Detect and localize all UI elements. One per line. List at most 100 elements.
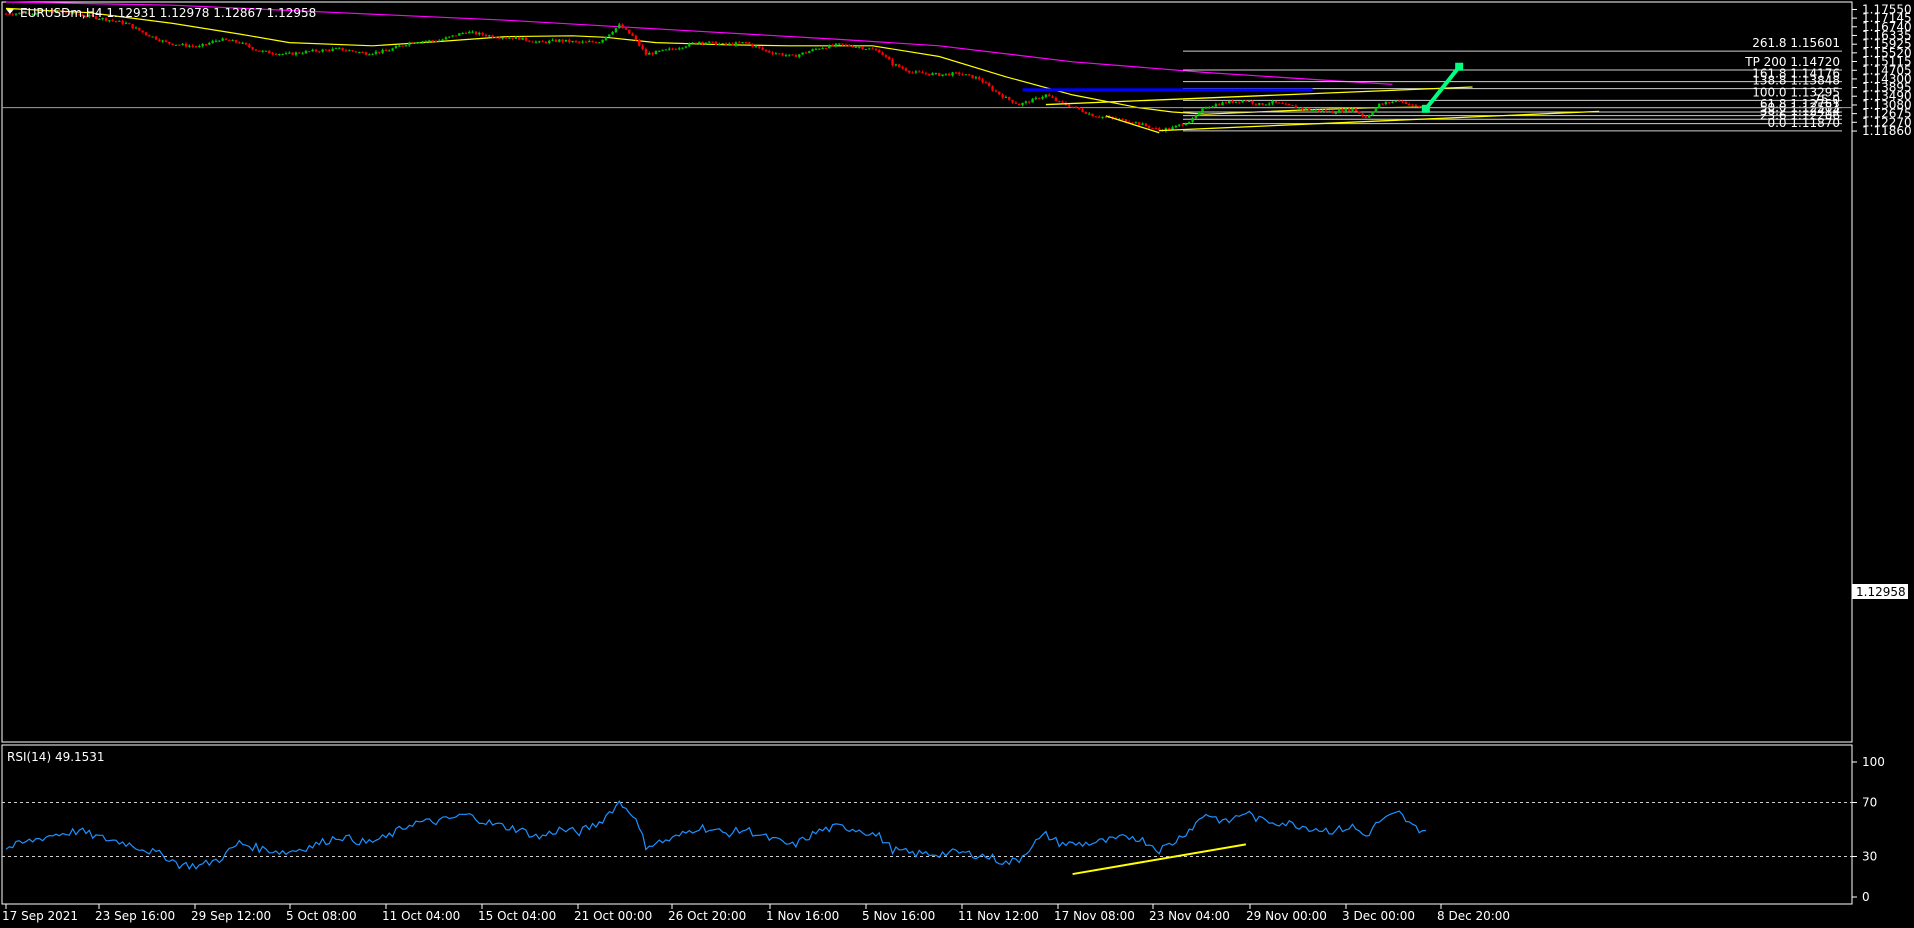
candle-bullish [1044, 94, 1048, 97]
candle-bullish [681, 47, 684, 49]
candle-bullish [284, 53, 288, 55]
rsi-tick-label: 100 [1862, 755, 1885, 769]
candle-bullish [458, 33, 461, 36]
candle-bullish [371, 53, 374, 55]
candle-bearish [274, 53, 278, 55]
candle-bearish [258, 50, 261, 52]
candle-bearish [918, 71, 921, 73]
candle-bearish [131, 24, 134, 29]
candle-bullish [1338, 109, 1341, 113]
candle-bullish [428, 40, 431, 42]
candle-bullish [548, 40, 551, 43]
x-tick-label: 15 Oct 04:00 [478, 909, 556, 923]
candle-bearish [1411, 104, 1414, 106]
candle-bearish [238, 42, 241, 44]
chart-header: EURUSDm,H4 1.12931 1.12978 1.12867 1.129… [20, 6, 316, 20]
candle-bearish [938, 72, 941, 76]
projection-end-marker [1455, 62, 1464, 71]
fib-level-label: 0.0 1.11870 [1767, 116, 1840, 130]
candle-bearish [4, 13, 8, 15]
candle-bearish [724, 43, 728, 45]
candle-bearish [778, 53, 781, 55]
candle-bearish [308, 51, 311, 53]
candle-bullish [1134, 122, 1138, 124]
candle-bullish [1174, 125, 1178, 128]
candle-bearish [1404, 101, 1408, 105]
candle-bearish [1068, 104, 1071, 107]
candle-bullish [261, 50, 264, 52]
candle-bearish [751, 43, 754, 47]
candle-bearish [904, 68, 908, 71]
candle-bearish [344, 50, 348, 52]
candle-bearish [171, 43, 174, 45]
candle-bearish [378, 51, 381, 53]
candle-bearish [351, 50, 354, 52]
candle-bullish [944, 73, 948, 75]
candle-bullish [451, 35, 454, 37]
candle-bullish [188, 45, 191, 47]
candle-bullish [134, 27, 138, 29]
candle-bullish [684, 46, 688, 48]
candle-bearish [1357, 111, 1361, 114]
candle-bullish [964, 74, 968, 76]
candle-bullish [321, 49, 324, 52]
candle-bullish [741, 42, 744, 44]
candle-bullish [1234, 101, 1238, 103]
candle-bullish [471, 31, 474, 33]
candle-bearish [1387, 102, 1391, 104]
candle-bearish [1288, 103, 1291, 105]
candle-bearish [954, 72, 958, 74]
candle-bearish [298, 52, 301, 54]
candle-bullish [1304, 108, 1308, 110]
candle-bullish [558, 39, 561, 42]
price-tag: 1.12958 [1856, 585, 1906, 599]
candle-bearish [1091, 113, 1094, 117]
candle-bullish [348, 50, 351, 52]
candle-bearish [364, 52, 368, 55]
candle-bullish [1211, 106, 1214, 108]
candle-bearish [11, 14, 14, 16]
candle-bullish [931, 73, 934, 76]
candle-bearish [1331, 111, 1334, 114]
candle-bearish [148, 34, 151, 37]
candle-bullish [14, 13, 18, 15]
candle-bullish [441, 39, 444, 41]
candle-bullish [414, 42, 418, 44]
candle-bullish [941, 74, 944, 76]
candle-bearish [544, 41, 548, 43]
candle-bearish [1364, 115, 1368, 118]
candle-bullish [721, 43, 724, 45]
candle-bullish [424, 41, 428, 43]
candle-bullish [564, 39, 568, 42]
candle-bearish [761, 47, 764, 50]
candle-bearish [794, 55, 798, 57]
candle-bullish [801, 52, 804, 55]
candle-bullish [608, 34, 611, 37]
candle-bullish [618, 24, 621, 29]
candle-bullish [1178, 124, 1181, 126]
candle-bullish [581, 41, 584, 43]
candle-bearish [978, 77, 981, 80]
candle-bearish [851, 46, 854, 48]
candle-bearish [568, 39, 571, 43]
candle-bullish [508, 37, 511, 39]
candle-bearish [738, 42, 741, 44]
candle-bullish [1184, 123, 1188, 126]
candle-bearish [1038, 97, 1041, 99]
trading-chart[interactable]: 261.8 1.15601TP 200 1.14720161.8 1.14176… [0, 0, 1914, 928]
candle-bullish [448, 36, 451, 38]
candle-bearish [891, 59, 894, 66]
candle-bullish [334, 48, 338, 50]
candle-bullish [934, 72, 938, 74]
candle-bullish [231, 40, 234, 42]
candle-bearish [791, 54, 794, 56]
candle-bearish [474, 31, 478, 35]
candle-bearish [994, 90, 998, 92]
candle-bullish [1221, 102, 1224, 106]
candle-bearish [454, 35, 458, 37]
candle-bearish [194, 46, 198, 48]
projection-start-marker [1421, 104, 1430, 113]
candle-bullish [174, 44, 178, 46]
candle-bullish [864, 49, 868, 51]
candle-bearish [1261, 103, 1264, 105]
